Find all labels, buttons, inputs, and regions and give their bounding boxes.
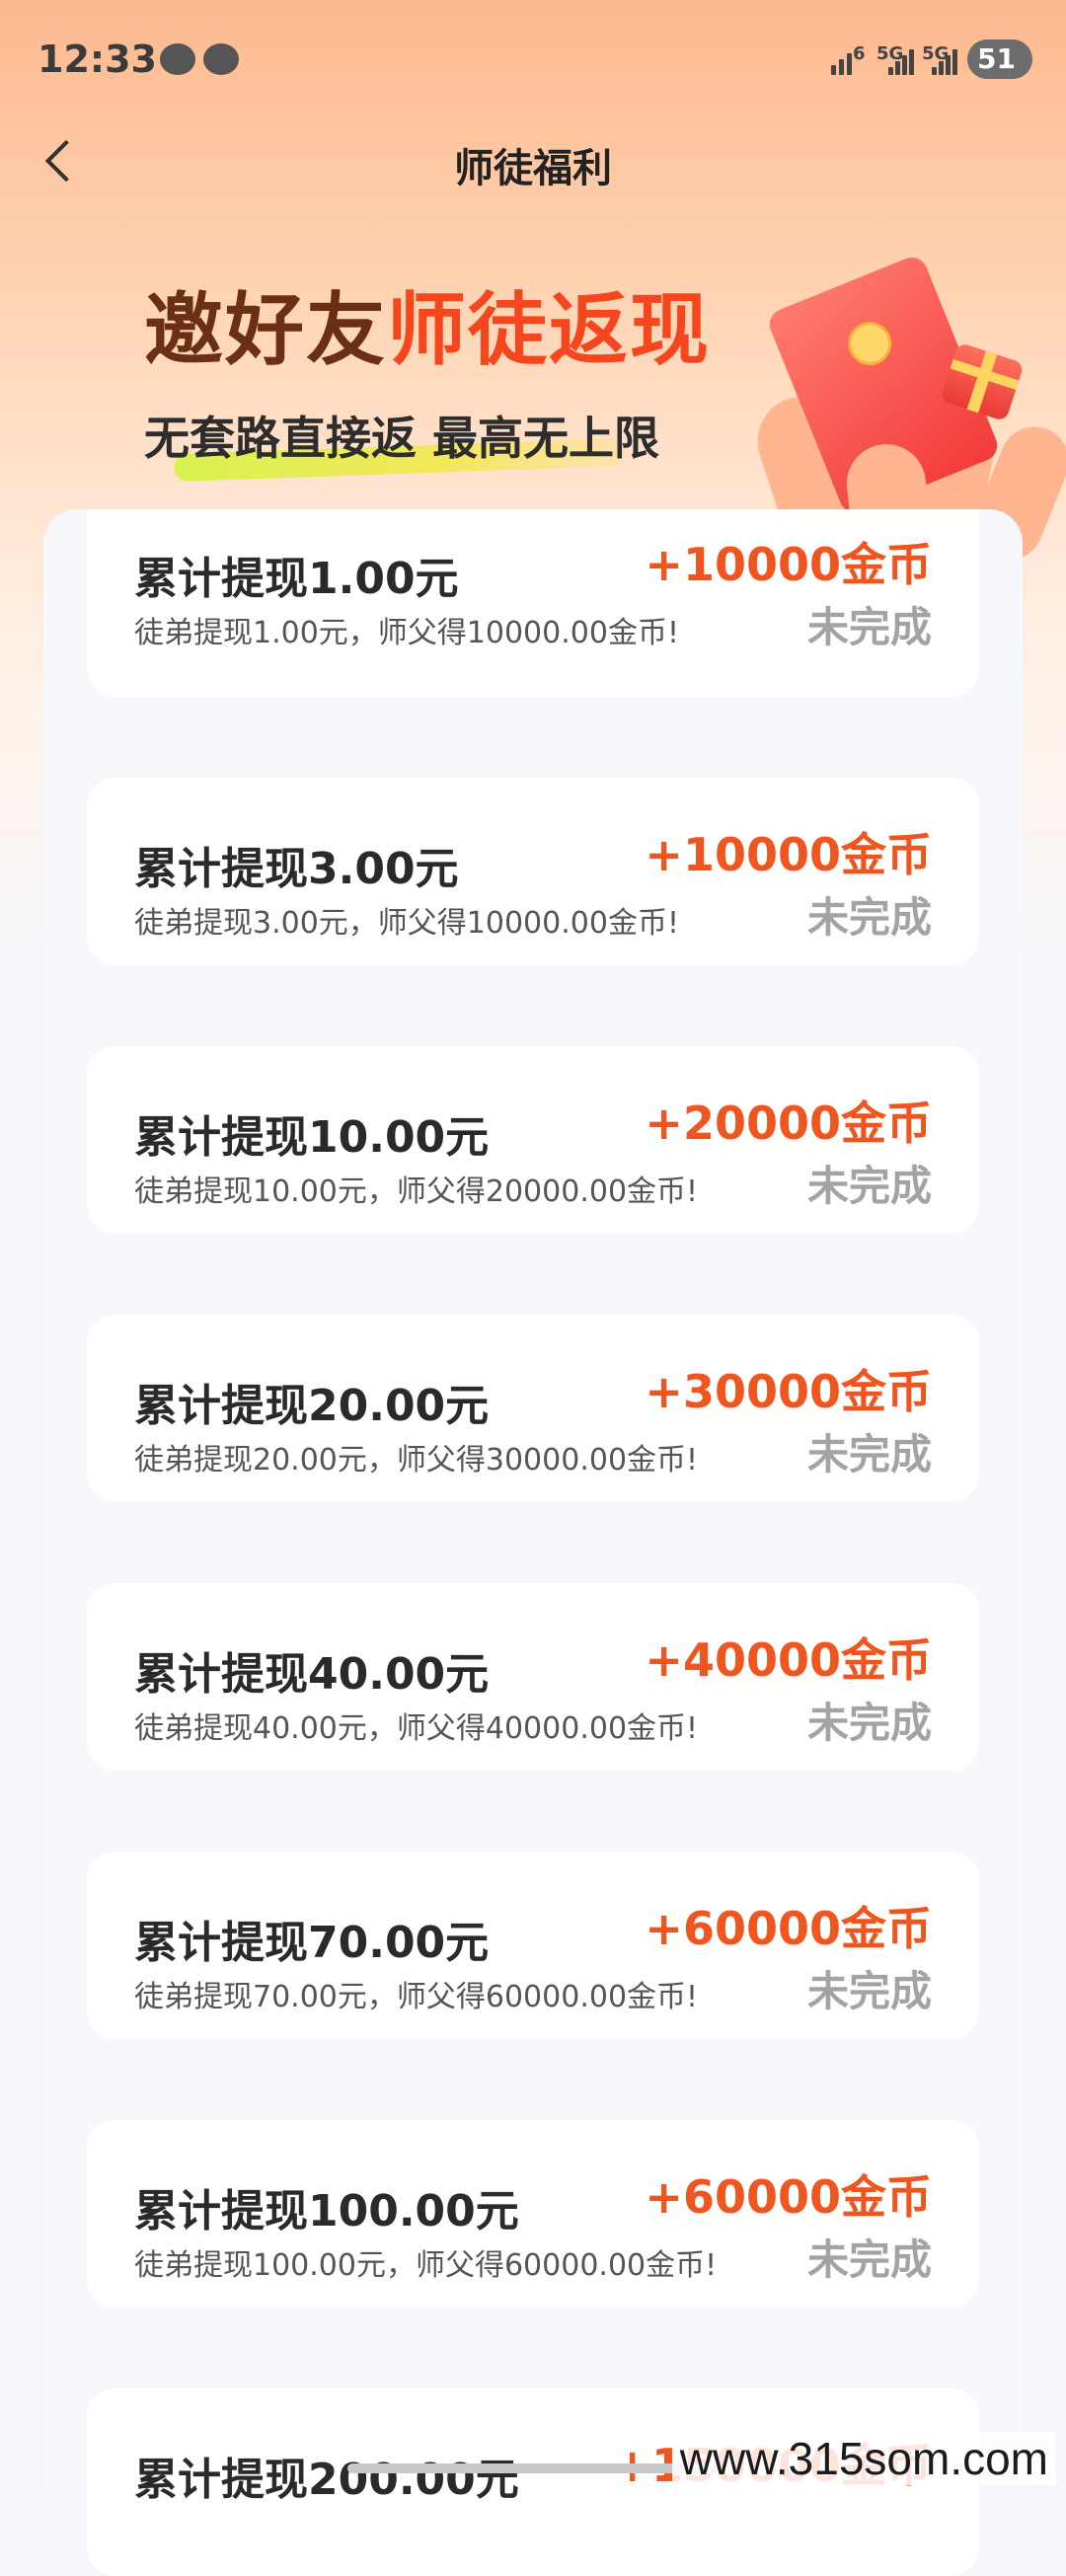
page-title: 师徒福利	[454, 146, 612, 191]
card-title: 累计提现70.00元	[134, 1918, 490, 1968]
reward-card[interactable]: 累计提现10.00元 +20000金币徒弟提现10.00元，师父得20000.00…	[87, 1046, 979, 1234]
signal-icon-2	[928, 45, 959, 75]
card-title: 累计提现10.00元	[134, 1112, 490, 1163]
card-description: 徒弟提现3.00元，师父得10000.00金币!	[134, 906, 679, 941]
card-status: 未完成	[806, 603, 932, 651]
card-title: 累计提现3.00元	[134, 844, 459, 894]
card-reward: +40000金币	[645, 1633, 932, 1687]
card-title: 累计提现200.00元	[134, 2455, 519, 2505]
wifi-icon	[831, 45, 863, 75]
banner-title-part2: 师徒返现	[387, 284, 711, 376]
card-status: 未完成	[806, 2235, 932, 2284]
message-icon	[160, 43, 195, 75]
card-title: 累计提现20.00元	[134, 1381, 490, 1431]
card-reward: +60000金币	[645, 1902, 932, 1955]
card-status: 未完成	[806, 893, 932, 942]
card-description: 徒弟提现10.00元，师父得20000.00金币!	[134, 1174, 699, 1209]
card-reward: +20000金币	[645, 1097, 932, 1150]
card-description: 徒弟提现20.00元，师父得30000.00金币!	[134, 1443, 699, 1477]
banner-title-part1: 邀好友	[144, 284, 387, 376]
status-bar: 12:33 6 5G 5G 51	[0, 0, 1066, 118]
card-description: 徒弟提现1.00元，师父得10000.00金币!	[134, 616, 679, 650]
reward-card[interactable]: 累计提现3.00元 +10000金币徒弟提现3.00元，师父得10000.00金币…	[87, 778, 979, 965]
reward-card[interactable]: 累计提现70.00元 +60000金币徒弟提现70.00元，师父得60000.00…	[87, 1852, 979, 2039]
card-status: 未完成	[806, 1699, 932, 1747]
card-reward: +60000金币	[645, 2170, 932, 2224]
coin-icon	[841, 315, 898, 372]
card-status: 未完成	[806, 1967, 932, 2015]
battery-indicator: 51	[967, 39, 1032, 79]
card-title: 累计提现100.00元	[134, 2186, 519, 2236]
signal-icon-1	[884, 45, 916, 75]
card-reward: +10000金币	[645, 538, 932, 591]
home-indicator[interactable]	[347, 2463, 719, 2473]
reward-card[interactable]: 累计提现20.00元 +30000金币徒弟提现20.00元，师父得30000.00…	[87, 1315, 979, 1502]
status-time: 12:33	[38, 38, 157, 81]
card-status: 未完成	[806, 1430, 932, 1478]
banner-title: 邀好友师徒返现	[144, 266, 711, 381]
reward-card[interactable]: 累计提现40.00元 +40000金币徒弟提现40.00元，师父得40000.00…	[87, 1583, 979, 1771]
watermark: www.315som.com	[671, 2432, 1056, 2485]
card-description: 徒弟提现40.00元，师父得40000.00金币!	[134, 1711, 699, 1746]
card-status: 未完成	[806, 1162, 932, 1210]
card-description: 徒弟提现70.00元，师父得60000.00金币!	[134, 1980, 699, 2014]
reward-card[interactable]: 累计提现1.00元 +10000金币徒弟提现1.00元，师父得10000.00金币…	[87, 509, 979, 697]
banner-subtitle: 无套路直接返 最高无上限	[144, 412, 660, 465]
card-description: 徒弟提现100.00元，师父得60000.00金币!	[134, 2248, 718, 2283]
card-reward: +30000金币	[645, 1365, 932, 1418]
card-title: 累计提现40.00元	[134, 1649, 490, 1700]
wechat-icon	[203, 43, 239, 75]
reward-card[interactable]: 累计提现100.00元 +60000金币徒弟提现100.00元，师父得60000.…	[87, 2120, 979, 2308]
red-envelope-illustration	[745, 253, 1066, 572]
card-title: 累计提现1.00元	[134, 554, 459, 604]
card-reward: +10000金币	[645, 828, 932, 881]
